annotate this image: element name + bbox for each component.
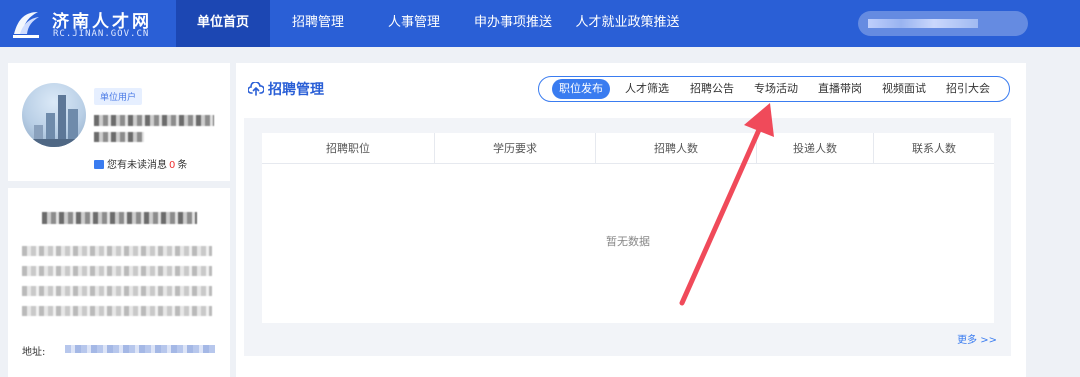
profile-card: 单位用户 您有未读消息 0 条 (8, 63, 230, 181)
nav-application-push[interactable]: 申办事项推送 (466, 0, 560, 47)
logo-subtitle: RC.JINAN.GOV.CN (53, 29, 150, 39)
unread-label: 您有未读消息 (107, 160, 167, 171)
redacted-company-name-2 (94, 132, 144, 142)
redacted-company-name (94, 115, 214, 126)
col-education: 学历要求 (435, 133, 596, 164)
cloud-upload-icon (248, 82, 264, 96)
user-type-badge: 单位用户 (94, 88, 143, 105)
col-contacts: 联系人数 (912, 142, 956, 155)
empty-state: 暂无数据 (606, 235, 650, 248)
recruitment-panel: 招聘管理 职位发布 人才筛选 招聘公告 专场活动 直播带岗 视频面试 招引大会 … (236, 63, 1026, 377)
site-logo[interactable]: 济南人才网 RC.JINAN.GOV.CN (8, 6, 173, 42)
top-navbar: 济南人才网 RC.JINAN.GOV.CN 单位首页 招聘管理 人事管理 申办事… (0, 0, 1080, 47)
section-title-text: 招聘管理 (268, 82, 324, 98)
unread-suffix: 条 (177, 160, 188, 171)
table-container: 招聘职位 学历要求 招聘人数 投递人数 联系人数 暂无数据 更多 >> (244, 118, 1011, 356)
job-table: 招聘职位 学历要求 招聘人数 投递人数 联系人数 暂无数据 (262, 133, 994, 323)
section-title: 招聘管理 (248, 79, 324, 99)
annotation-arrow-icon (679, 103, 774, 306)
table-header: 招聘职位 学历要求 招聘人数 投递人数 联系人数 (262, 133, 994, 164)
nav-recruitment[interactable]: 招聘管理 (278, 0, 358, 47)
message-icon (94, 160, 104, 169)
tab-talent-screening[interactable]: 人才筛选 (619, 79, 675, 99)
avatar[interactable] (22, 83, 86, 147)
unread-messages[interactable]: 您有未读消息 0 条 (94, 156, 187, 171)
redacted-address (65, 345, 215, 353)
redacted-info-line (22, 266, 212, 276)
nav-personnel[interactable]: 人事管理 (374, 0, 454, 47)
redacted-text (868, 19, 978, 28)
col-job-title: 招聘职位 (262, 133, 435, 164)
tab-recruitment-fair[interactable]: 招引大会 (940, 79, 996, 99)
redacted-info-line (22, 306, 212, 316)
redacted-info-line (22, 246, 212, 256)
address-label: 地址: (22, 347, 46, 358)
redacted-company-title (42, 212, 197, 224)
redacted-info-line (22, 286, 212, 296)
unread-count: 0 (169, 160, 176, 171)
nav-policy-push[interactable]: 人才就业政策推送 (570, 0, 685, 47)
user-account-pill[interactable] (858, 11, 1028, 36)
logo-emblem-icon (13, 12, 39, 38)
tab-job-posting[interactable]: 职位发布 (552, 79, 610, 99)
tab-live-hiring[interactable]: 直播带岗 (812, 79, 868, 99)
tab-video-interview[interactable]: 视频面试 (876, 79, 932, 99)
company-info-card: 地址: (8, 188, 230, 377)
nav-unit-home[interactable]: 单位首页 (176, 0, 270, 47)
more-link[interactable]: 更多 >> (957, 331, 997, 346)
